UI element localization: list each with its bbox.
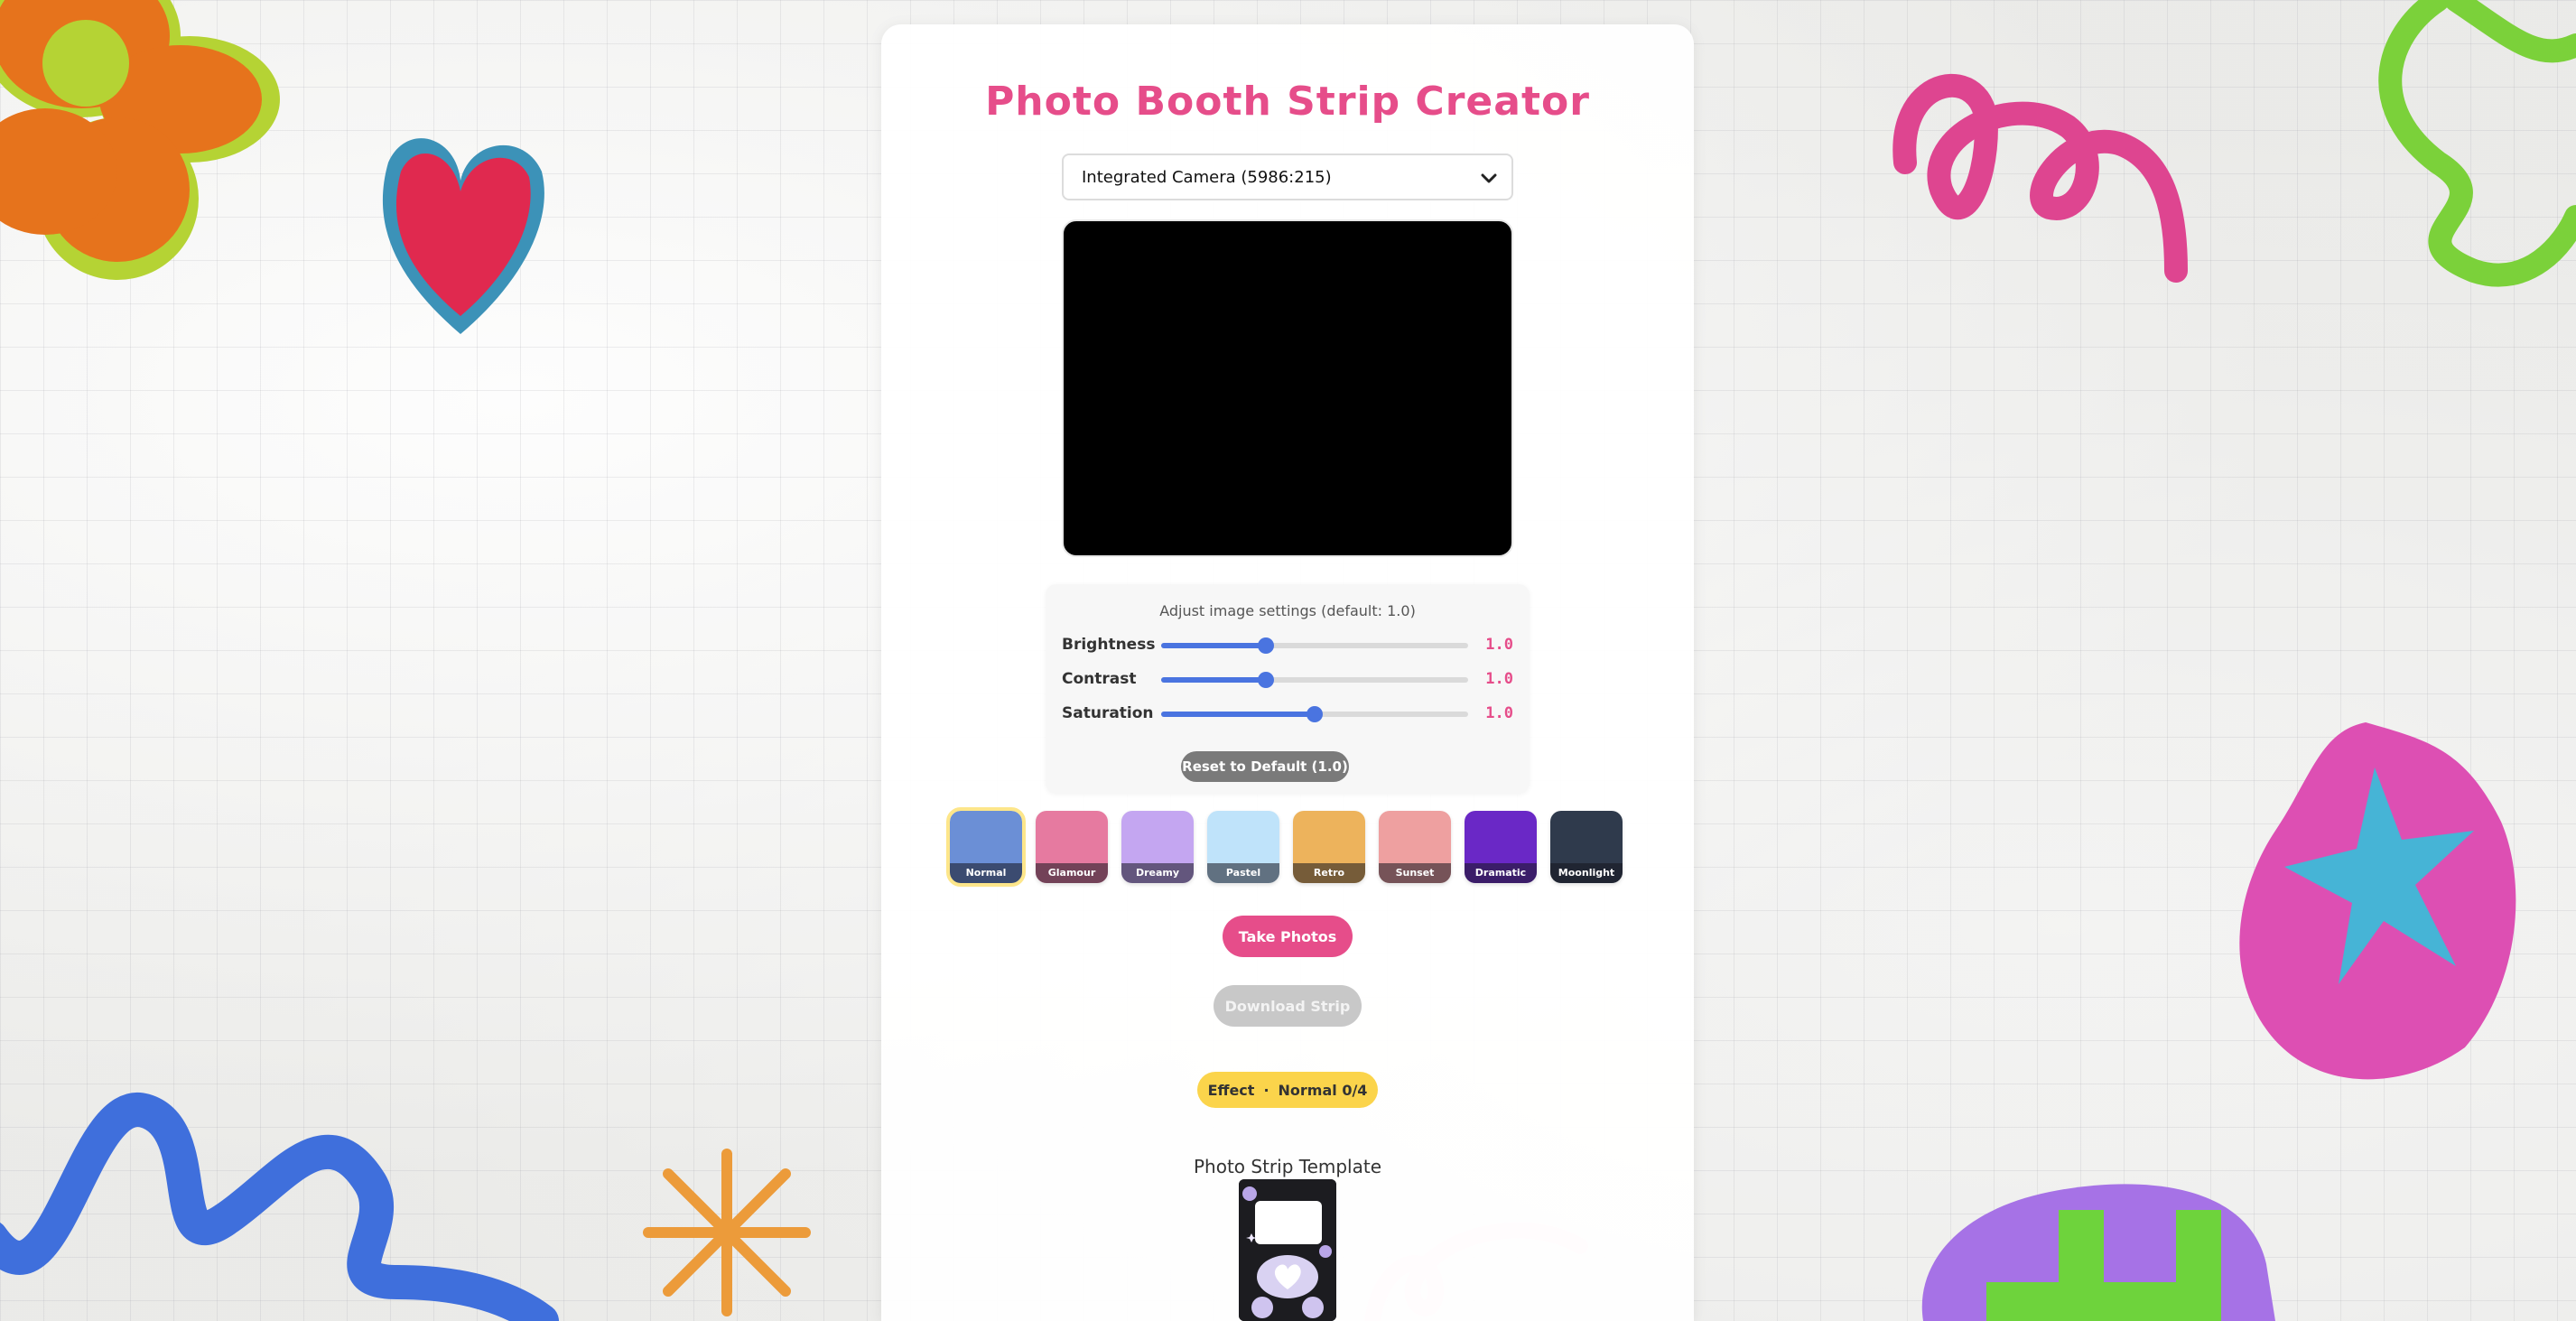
filter-label: Sunset (1379, 863, 1451, 883)
main-panel: Photo Booth Strip Creator Integrated Cam… (881, 24, 1694, 1321)
strip-template-art (1239, 1179, 1336, 1321)
filter-label: Pastel (1207, 863, 1279, 883)
contrast-row: Contrast 1.0 (1062, 665, 1513, 693)
filter-label: Moonlight (1550, 863, 1623, 883)
contrast-slider[interactable] (1161, 672, 1468, 688)
effect-separator: · (1263, 1081, 1269, 1099)
filter-sunset[interactable]: Sunset (1379, 811, 1451, 883)
template-title: Photo Strip Template (1193, 1156, 1382, 1177)
filter-label: Dramatic (1465, 863, 1537, 883)
contrast-slider-thumb[interactable] (1257, 672, 1274, 688)
brightness-value: 1.0 (1485, 636, 1513, 654)
asterisk-sticker (643, 1149, 811, 1316)
contrast-label: Contrast (1062, 670, 1137, 688)
download-strip-button[interactable]: Download Strip (1214, 985, 1362, 1027)
camera-preview (1062, 219, 1513, 557)
heart-sticker (382, 138, 544, 334)
filter-glamour[interactable]: Glamour (1036, 811, 1108, 883)
chevron-down-icon (1481, 173, 1497, 183)
filter-retro[interactable]: Retro (1293, 811, 1365, 883)
contrast-value: 1.0 (1485, 670, 1513, 688)
filter-normal[interactable]: Normal (946, 807, 1026, 887)
filter-label: Glamour (1036, 863, 1108, 883)
filter-label: Dreamy (1121, 863, 1194, 883)
filter-picker: Normal Glamour Dreamy Pastel Retro Sunse… (946, 807, 1627, 887)
saturation-value: 1.0 (1485, 704, 1513, 722)
brightness-row: Brightness 1.0 (1062, 631, 1513, 658)
filter-label: Normal (950, 863, 1022, 883)
photo-strip-template[interactable] (1239, 1179, 1336, 1321)
star-blob-sticker (2239, 722, 2516, 1080)
saturation-row: Saturation 1.0 (1062, 700, 1513, 727)
green-squiggle-sticker (2378, 0, 2576, 287)
adjust-settings-panel: Adjust image settings (default: 1.0) Bri… (1046, 584, 1530, 794)
filter-pastel[interactable]: Pastel (1207, 811, 1279, 883)
brightness-slider-thumb[interactable] (1257, 637, 1274, 654)
brightness-slider[interactable] (1161, 637, 1468, 654)
effect-label: Effect (1207, 1081, 1255, 1099)
purple-blob-sticker (1921, 1184, 2275, 1321)
filter-dramatic[interactable]: Dramatic (1465, 811, 1537, 883)
effect-value: Normal 0/4 (1278, 1081, 1368, 1099)
brightness-label: Brightness (1062, 636, 1156, 654)
camera-select-value: Integrated Camera (5986:215) (1082, 167, 1332, 187)
filter-moonlight[interactable]: Moonlight (1550, 811, 1623, 883)
page-title: Photo Booth Strip Creator (985, 79, 1590, 125)
filter-label: Retro (1293, 863, 1365, 883)
saturation-slider[interactable] (1161, 706, 1468, 722)
camera-select[interactable]: Integrated Camera (5986:215) (1062, 153, 1513, 200)
filter-dreamy[interactable]: Dreamy (1121, 811, 1194, 883)
saturation-label: Saturation (1062, 704, 1154, 722)
saturation-slider-thumb[interactable] (1307, 706, 1323, 722)
effect-status-badge: Effect · Normal 0/4 (1197, 1072, 1378, 1108)
take-photos-button[interactable]: Take Photos (1223, 916, 1353, 957)
pink-swirl-sticker (1892, 73, 2188, 283)
reset-default-button[interactable]: Reset to Default (1.0) (1181, 751, 1349, 782)
blue-wave-sticker (0, 1093, 559, 1321)
adjust-settings-title: Adjust image settings (default: 1.0) (1159, 602, 1416, 619)
flower-sticker (0, 0, 280, 280)
